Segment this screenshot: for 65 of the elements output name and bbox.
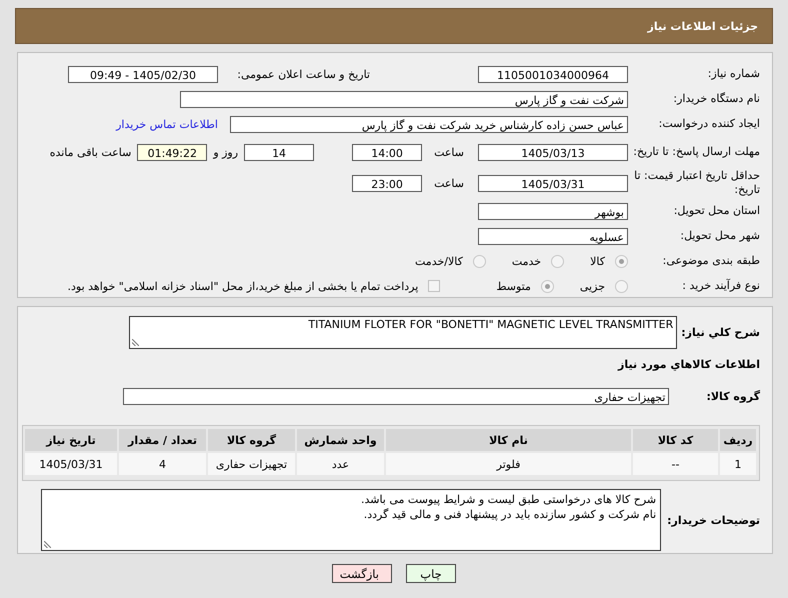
column-header: رديف xyxy=(720,429,756,451)
resize-grip-icon[interactable] xyxy=(44,541,52,548)
deadline-time-field[interactable]: 14:00 xyxy=(352,144,422,160)
need-number-field[interactable]: 1105001034000964 xyxy=(478,66,628,82)
description-field[interactable]: TITANIUM FLOTER FOR "BONETTI" MAGNETIC LEVEL TRANSMITTER xyxy=(129,316,678,349)
field-label: شماره نیاز: xyxy=(706,67,760,81)
table-cell: 1 xyxy=(720,453,756,475)
column-header: تعداد / مقدار xyxy=(119,429,206,451)
validity-date-field[interactable]: 1405/03/31 xyxy=(478,174,628,192)
deadline-date-field[interactable]: 1405/03/13 xyxy=(478,144,628,160)
table-cell: 4 xyxy=(119,453,206,475)
option-label: جزیی xyxy=(580,280,605,292)
radio-button[interactable] xyxy=(615,254,628,268)
option-label: کالا xyxy=(590,254,605,268)
field-label: ساعت xyxy=(434,146,464,158)
buyer-notes-field[interactable]: شرح کالا های درخواستی طبق لیست و شرایط پیوست می باشد. نام شرکت و کشور سازنده باید در پیشنهاد فنی و مالی قید گردد. xyxy=(41,489,662,551)
field-label: طبقه بندی موضوعی: xyxy=(662,254,760,268)
days-field[interactable]: 14 xyxy=(244,144,314,160)
field-label: شرح كلي نياز: xyxy=(681,326,760,339)
back-button[interactable]: بازگشت xyxy=(332,564,392,583)
radio-button[interactable] xyxy=(551,254,564,268)
field-label: ساعت باقی مانده xyxy=(50,146,132,158)
column-header: گروه كالا xyxy=(208,429,295,451)
field-label: شهر محل تحویل: xyxy=(679,229,760,243)
field-label: روز و xyxy=(213,146,238,158)
checkbox[interactable] xyxy=(428,280,440,292)
requester-field[interactable]: عباس حسن زاده کارشناس خرید شرکت نفت و گاز پارس xyxy=(230,116,628,132)
goods-group-field[interactable]: تجهیزات حفاری xyxy=(123,388,670,404)
radio-button[interactable] xyxy=(540,280,554,292)
page-header: جزئیات اطلاعات نیاز xyxy=(15,8,773,44)
radio-button[interactable] xyxy=(615,280,628,292)
resize-grip-icon[interactable] xyxy=(132,339,140,346)
section-title: اطلاعات كالاهاي مورد نياز xyxy=(618,358,760,371)
print-button[interactable]: چاپ xyxy=(406,564,456,583)
field-label: نوع فرآیند خرید : xyxy=(681,279,760,293)
field-label: حداقل تاریخ اعتبار قیمت: تا تاریخ: xyxy=(633,169,760,197)
table-cell: فلوتر xyxy=(386,453,631,475)
table-cell: عدد xyxy=(297,453,384,475)
column-header: تاریخ نیاز xyxy=(25,429,117,451)
table-cell: تجهیزات حفاری xyxy=(208,453,295,475)
field-label: تاریخ و ساعت اعلان عمومی: xyxy=(236,68,370,80)
field-label: ایجاد کننده درخواست: xyxy=(658,117,760,131)
announce-date-field[interactable]: 1405/02/30 - 09:49 xyxy=(68,66,218,82)
option-label: متوسط xyxy=(496,280,531,292)
option-label: کالا/خدمت xyxy=(415,254,463,268)
field-label: ساعت xyxy=(434,176,464,190)
field-label: نام دستگاه خریدار: xyxy=(672,92,760,106)
remaining-time-field[interactable]: 01:49:22 xyxy=(137,144,208,160)
table-cell: 1405/03/31 xyxy=(25,453,117,475)
validity-time-field[interactable]: 23:00 xyxy=(352,174,422,192)
city-field[interactable]: عسلویه xyxy=(478,228,628,244)
payment-note: پرداخت تمام یا بخشی از مبلغ خرید،از محل "اسناد خزانه اسلامی" خواهد بود. xyxy=(68,280,418,292)
province-field[interactable]: بوشهر xyxy=(478,202,628,220)
radio-button[interactable] xyxy=(472,254,486,268)
column-header: كد كالا xyxy=(633,429,718,451)
table-cell: -- xyxy=(633,453,718,475)
field-label: مهلت ارسال پاسخ: تا تاریخ: xyxy=(632,145,760,159)
column-header: واحد شمارش xyxy=(297,429,384,451)
column-header: نام كالا xyxy=(386,429,631,451)
field-label: توضیحات خریدار: xyxy=(667,514,760,526)
buyer-org-field[interactable]: شرکت نفت و گاز پارس xyxy=(180,90,628,108)
field-label: گروه كالا: xyxy=(706,390,760,402)
option-label: خدمت xyxy=(512,254,542,268)
buyer-contact-link[interactable]: اطلاعات تماس خریدار xyxy=(116,118,218,130)
field-label: استان محل تحویل: xyxy=(672,204,760,218)
